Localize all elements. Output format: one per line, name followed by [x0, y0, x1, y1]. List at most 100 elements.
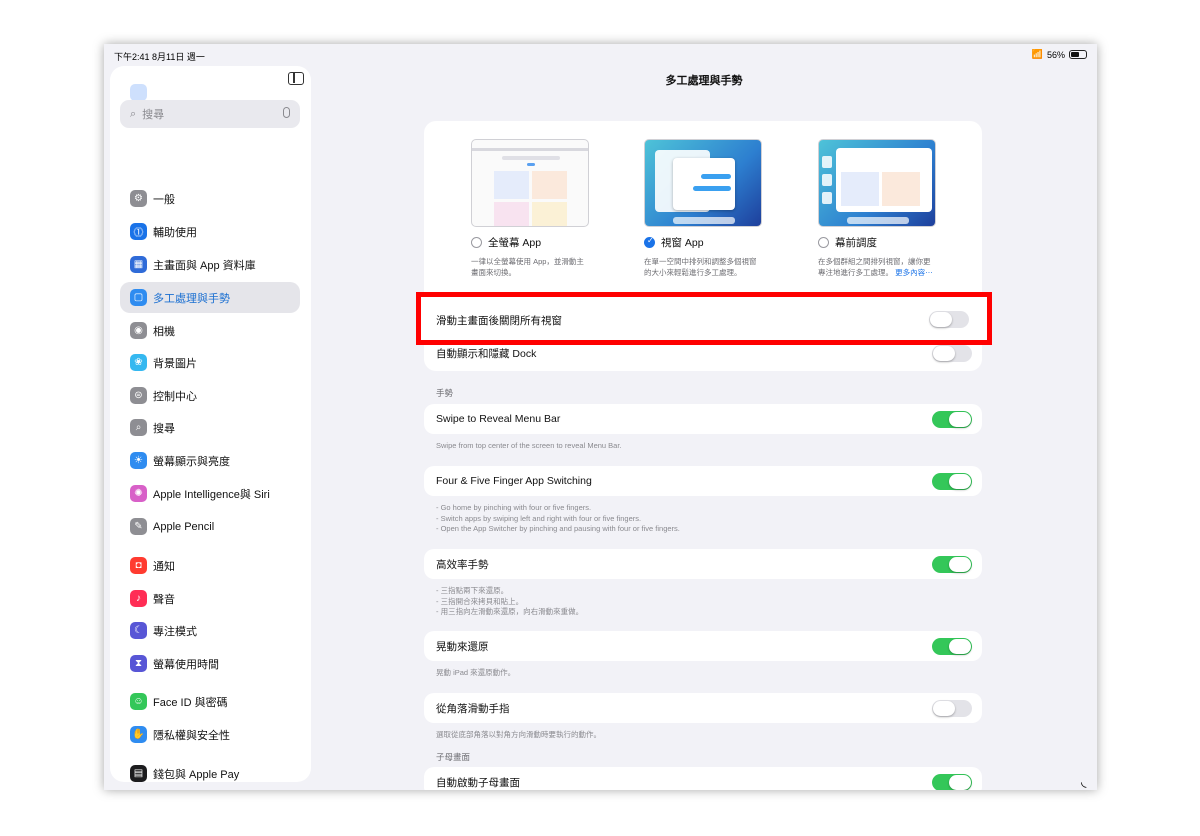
mode-desc-windowed: 在單一空間中排列和調整多個視窗的大小來輕鬆進行多工處理。: [644, 257, 757, 277]
toggle-corner-swipe[interactable]: [932, 700, 972, 717]
sidebar-item-icon: ✺: [130, 485, 147, 502]
note-line: - Switch apps by swiping left and right …: [436, 513, 642, 523]
stage-manager-preview: [818, 139, 936, 227]
highlight-box: 滑動主畫面後關閉所有視窗: [416, 292, 992, 345]
status-right: 📶 56%: [1032, 49, 1087, 60]
sidebar-item[interactable]: ✺ Apple Intelligence與 Siri: [120, 478, 300, 509]
toggle-shake-to-undo[interactable]: [932, 638, 972, 655]
sidebar-item-icon: ⧗: [130, 655, 147, 672]
toggle-efficient-gestures[interactable]: [932, 556, 972, 573]
sidebar-item-label: 控制中心: [153, 390, 197, 403]
mode-label-fullscreen: 全螢幕 App: [488, 237, 542, 249]
search-icon: ⌕: [130, 107, 137, 120]
microphone-icon[interactable]: [283, 107, 290, 118]
sidebar-item-icon: ◉: [130, 322, 147, 339]
row-corner-swipe: 從角落滑動手指: [424, 693, 982, 723]
mode-label-stage-manager: 幕前調度: [835, 237, 877, 249]
sidebar-item[interactable]: ☺ Face ID 與密碼: [120, 686, 300, 717]
sidebar: ⌕ 搜尋 ⚙ 一般 ⓵ 輔助使用 ▦ 主畫面與 App 資料庫 ▢ 多工處理與手勢 ◉ 相機 ❀ 背景…: [110, 66, 311, 782]
sidebar-item-label: 螢幕使用時間: [153, 658, 219, 671]
sidebar-item-icon: ✋: [130, 726, 147, 743]
sidebar-item[interactable]: ⊜ 控制中心: [120, 380, 300, 411]
sidebar-item-label: 一般: [153, 193, 175, 206]
mode-radio-windowed[interactable]: [644, 236, 655, 248]
sidebar-item[interactable]: ☀ 螢幕顯示與亮度: [120, 445, 300, 476]
sidebar-item-icon: ⊜: [130, 387, 147, 404]
sidebar-item-label: 多工處理與手勢: [153, 292, 230, 305]
scrolled-item-icon: [130, 84, 147, 101]
toggle-auto-pip[interactable]: [932, 774, 972, 790]
wifi-icon: 📶: [1031, 49, 1043, 59]
mode-desc-stage-manager: 在多個群組之間排列視窗，讓你更專注地進行多工處理。 更多內容⋯: [818, 256, 936, 278]
sidebar-item-icon: ✎: [130, 518, 147, 535]
sidebar-item[interactable]: ☾ 專注模式: [120, 615, 300, 646]
sidebar-item[interactable]: ⓵ 輔助使用: [120, 216, 300, 247]
sidebar-item[interactable]: ❀ 背景圖片: [120, 347, 300, 378]
sidebar-item[interactable]: ▦ 主畫面與 App 資料庫: [120, 249, 300, 280]
row-swipe-reveal-menu-bar: Swipe to Reveal Menu Bar: [424, 404, 982, 434]
mode-label-windowed: 視窗 App: [661, 237, 704, 249]
sidebar-item-icon: ⚙: [130, 190, 147, 207]
sidebar-item-icon: ❀: [130, 354, 147, 371]
row-label: 自動顯示和隱藏 Dock: [436, 347, 537, 360]
sidebar-item-icon: ☾: [130, 622, 147, 639]
row-label: 晃動來還原: [436, 640, 489, 653]
row-four-five-finger: Four & Five Finger App Switching: [424, 466, 982, 496]
note-line: - 三指開合來拷貝和貼上。: [436, 596, 524, 606]
sidebar-item-label: 相機: [153, 325, 175, 338]
sidebar-item-icon: ⌕: [130, 419, 147, 436]
toggle-swipe-reveal-menu-bar[interactable]: [932, 411, 972, 428]
sidebar-item[interactable]: ♪ 聲音: [120, 583, 300, 614]
toggle-auto-hide-dock[interactable]: [932, 345, 972, 362]
sidebar-item[interactable]: ▤ 錢包與 Apple Pay: [120, 758, 300, 782]
sidebar-item[interactable]: ▢ 多工處理與手勢: [120, 282, 300, 313]
sidebar-item-label: 專注模式: [153, 625, 197, 638]
ipad-screen: 下午2:41 8月11日 週一 📶 56% ⌕ 搜尋 ⚙ 一般 ⓵ 輔助使用 ▦ 主畫面與…: [104, 44, 1097, 790]
more-link[interactable]: 更多內容⋯: [895, 268, 933, 277]
windowed-preview: [644, 139, 762, 227]
sidebar-item[interactable]: ⧗ 螢幕使用時間: [120, 648, 300, 679]
sidebar-item-label: 主畫面與 App 資料庫: [153, 259, 256, 272]
note-line: - Go home by pinching with four or five …: [436, 503, 592, 512]
note-shake: 晃動 iPad 來還原動作。: [436, 668, 516, 677]
sidebar-item-icon: ▢: [130, 289, 147, 306]
sidebar-item[interactable]: ⌕ 搜尋: [120, 412, 300, 443]
sidebar-item[interactable]: ◘ 通知: [120, 550, 300, 581]
status-bar: 下午2:41 8月11日 週一 📶 56%: [104, 44, 1097, 66]
section-gestures: 手勢: [436, 388, 454, 398]
mode-desc-fullscreen: 一律以全螢幕使用 App，並滑動主畫面來切換。: [471, 257, 584, 277]
sidebar-item-label: 聲音: [153, 593, 175, 606]
sidebar-item[interactable]: ◉ 相機: [120, 315, 300, 346]
sidebar-item-icon: ◘: [130, 557, 147, 574]
sidebar-item-label: 背景圖片: [153, 357, 197, 370]
search-input[interactable]: ⌕ 搜尋: [120, 100, 300, 128]
battery-icon: [1069, 50, 1087, 59]
note-line: - Open the App Switcher by pinching and …: [436, 524, 680, 533]
note-efficient: - 三指點兩下來還原。 - 三指開合來拷貝和貼上。 - 用三指向左滑動來還原，向…: [436, 586, 976, 618]
note-four-five: - Go home by pinching with four or five …: [436, 503, 976, 535]
mode-stage-manager[interactable]: 幕前調度 在多個群組之間排列視窗，讓你更專注地進行多工處理。 更多內容⋯: [818, 139, 936, 278]
toggle-four-five-finger[interactable]: [932, 473, 972, 490]
note-line: - 用三指向左滑動來還原，向右滑動來重做。: [436, 607, 584, 616]
row-label-close-all-windows: 滑動主畫面後關閉所有視窗: [436, 315, 562, 327]
sidebar-toggle-icon[interactable]: [288, 72, 304, 85]
sidebar-item[interactable]: ✋ 隱私權與安全性: [120, 719, 300, 750]
sidebar-item-label: 輔助使用: [153, 226, 197, 239]
sidebar-item[interactable]: ✎ Apple Pencil: [120, 511, 300, 542]
page-title: 多工處理與手勢: [665, 75, 743, 87]
section-pip: 子母畫面: [436, 752, 471, 762]
mode-radio-fullscreen[interactable]: [471, 237, 482, 248]
mode-windowed[interactable]: 視窗 App 在單一空間中排列和調整多個視窗的大小來輕鬆進行多工處理。: [644, 139, 762, 278]
mode-fullscreen[interactable]: 全螢幕 App 一律以全螢幕使用 App，並滑動主畫面來切換。: [471, 139, 589, 278]
row-shake-to-undo: 晃動來還原: [424, 631, 982, 661]
note-line: - 三指點兩下來還原。: [436, 586, 509, 595]
note-corner: 選取從底部角落以對角方向滑動時要執行的動作。: [436, 730, 601, 739]
sidebar-item[interactable]: ⚙ 一般: [120, 183, 300, 214]
toggle-close-all-windows[interactable]: [929, 311, 969, 328]
row-auto-pip: 自動啟動子母畫面: [424, 767, 982, 790]
battery-percent: 56%: [1046, 49, 1065, 60]
mode-radio-stage-manager[interactable]: [818, 237, 829, 248]
row-label: 從角落滑動手指: [436, 702, 510, 715]
sidebar-item-icon: ▤: [130, 765, 147, 782]
row-label: 自動啟動子母畫面: [436, 776, 520, 789]
